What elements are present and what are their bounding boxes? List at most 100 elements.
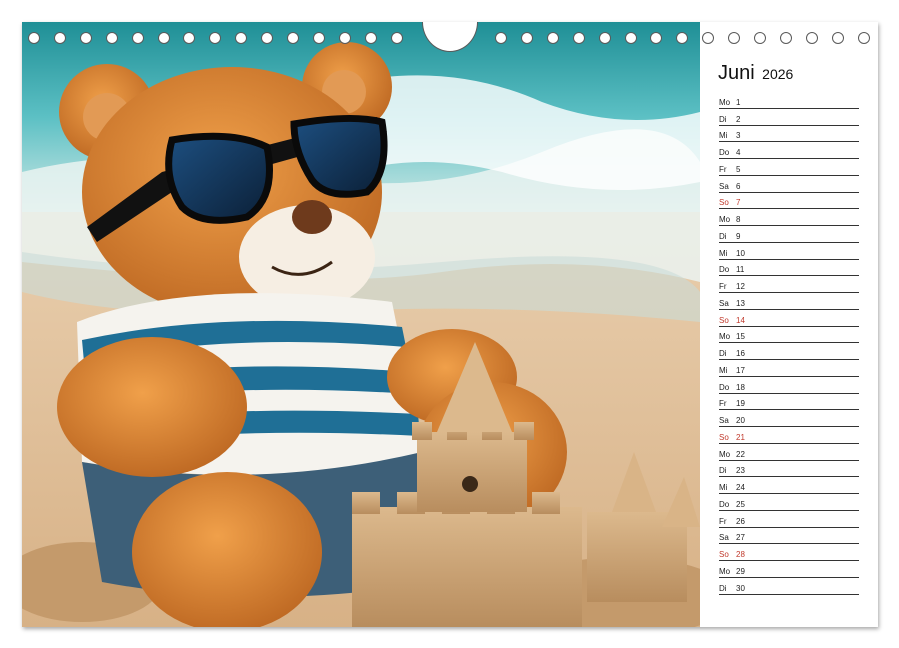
day-weekday: Fr — [719, 282, 727, 291]
day-number: 1 — [736, 97, 741, 107]
day-weekday: Sa — [719, 181, 729, 191]
binding-ring — [105, 32, 118, 44]
day-weekday: Do — [719, 499, 730, 509]
day-number: 30 — [736, 583, 745, 593]
day-number: 19 — [736, 399, 745, 409]
day-row: Do 11 — [719, 260, 859, 277]
day-number: 17 — [736, 365, 745, 375]
hanging-notch — [422, 22, 478, 52]
day-weekday: Sa — [719, 416, 729, 425]
binding-ring — [312, 32, 325, 44]
binding-ring — [28, 32, 40, 44]
binding-ring — [364, 32, 377, 44]
day-row: Fr 19 — [719, 394, 859, 411]
binding-ring — [754, 32, 766, 44]
calendar-page: Juni 2026 Mo 1 Di 2 Mi 3 Do 4 Fr 5 Sa 6 So 7 Mo 8 Di 9 Mi 1… — [22, 22, 878, 627]
day-number: 20 — [736, 416, 745, 425]
day-number: 2 — [736, 114, 741, 124]
binding-ring — [338, 32, 351, 44]
month-year: 2026 — [762, 66, 794, 82]
day-row: Mi 3 — [719, 126, 859, 143]
binding-ring — [520, 32, 533, 44]
day-row: Fr 12 — [719, 276, 859, 293]
day-row: Sa 6 — [719, 176, 859, 193]
day-weekday: Do — [719, 148, 730, 157]
day-number: 25 — [736, 499, 745, 509]
binding-ring — [805, 32, 818, 44]
day-weekday: Mi — [719, 131, 728, 141]
day-number: 10 — [736, 248, 745, 258]
day-row: Di 2 — [719, 109, 859, 126]
day-weekday: So — [719, 198, 729, 208]
binding-ring — [495, 32, 507, 44]
binding-ring — [728, 32, 741, 44]
binding-ring — [598, 32, 611, 44]
day-weekday: So — [719, 315, 729, 325]
calendar-panel: Juni 2026 Mo 1 Di 2 Mi 3 Do 4 Fr 5 Sa 6 So 7 Mo 8 Di 9 Mi 1… — [700, 22, 878, 627]
day-weekday: Di — [719, 466, 727, 476]
day-number: 22 — [736, 449, 745, 459]
day-row: Do 25 — [719, 494, 859, 511]
binding-ring — [676, 32, 689, 44]
binding-ring — [53, 32, 66, 44]
binding-ring — [702, 32, 715, 44]
day-row: Mo 29 — [719, 561, 859, 578]
day-number: 15 — [736, 332, 745, 342]
month-name: Juni — [718, 62, 755, 84]
day-number: 7 — [736, 198, 741, 208]
spiral-binding — [22, 22, 878, 56]
day-number: 3 — [736, 131, 741, 141]
day-number: 12 — [736, 282, 745, 291]
day-row: Mi 24 — [719, 477, 859, 494]
day-number: 14 — [736, 315, 745, 325]
day-weekday: Mi — [719, 365, 728, 375]
day-row: Do 4 — [719, 142, 859, 159]
day-weekday: Mo — [719, 449, 731, 459]
day-weekday: Sa — [719, 533, 729, 543]
day-number: 27 — [736, 533, 745, 543]
binding-ring — [131, 32, 144, 44]
day-row: Mi 17 — [719, 360, 859, 377]
day-number: 5 — [736, 164, 741, 174]
binding-ring — [831, 32, 844, 44]
binding-ring — [209, 32, 222, 44]
binding-ring — [235, 32, 248, 44]
day-weekday: Di — [719, 231, 727, 241]
day-weekday: Fr — [719, 516, 727, 526]
day-row: Fr 5 — [719, 159, 859, 176]
day-list: Mo 1 Di 2 Mi 3 Do 4 Fr 5 Sa 6 So 7 Mo 8 Di 9 Mi 10 Do 11 Fr 12 S… — [719, 92, 859, 595]
month-title: Juni 2026 — [718, 62, 793, 85]
day-weekday: So — [719, 550, 729, 559]
binding-ring — [183, 32, 196, 44]
day-weekday: Di — [719, 349, 727, 358]
day-row: Di 9 — [719, 226, 859, 243]
day-weekday: So — [719, 432, 729, 442]
day-row: Di 23 — [719, 461, 859, 478]
day-weekday: Fr — [719, 399, 727, 409]
beach-teddy-photo — [22, 22, 700, 627]
binding-ring — [779, 32, 792, 44]
day-row: So 7 — [719, 193, 859, 210]
day-weekday: Sa — [719, 298, 729, 308]
day-row: Do 18 — [719, 377, 859, 394]
day-row: Mo 8 — [719, 209, 859, 226]
day-number: 21 — [736, 432, 745, 442]
day-row: Mo 15 — [719, 327, 859, 344]
day-weekday: Do — [719, 382, 730, 392]
binding-ring — [261, 32, 274, 44]
day-row: Fr 26 — [719, 511, 859, 528]
day-number: 4 — [736, 148, 741, 157]
day-number: 11 — [736, 265, 745, 275]
day-weekday: Mo — [719, 332, 731, 342]
day-number: 26 — [736, 516, 745, 526]
binding-ring — [390, 32, 403, 44]
day-number: 8 — [736, 215, 741, 224]
binding-ring — [546, 32, 559, 44]
day-row: So 21 — [719, 427, 859, 444]
day-number: 28 — [736, 550, 745, 559]
day-row: So 28 — [719, 544, 859, 561]
day-weekday: Mi — [719, 248, 728, 258]
binding-ring — [572, 32, 585, 44]
day-row: Sa 20 — [719, 410, 859, 427]
day-number: 13 — [736, 298, 745, 308]
